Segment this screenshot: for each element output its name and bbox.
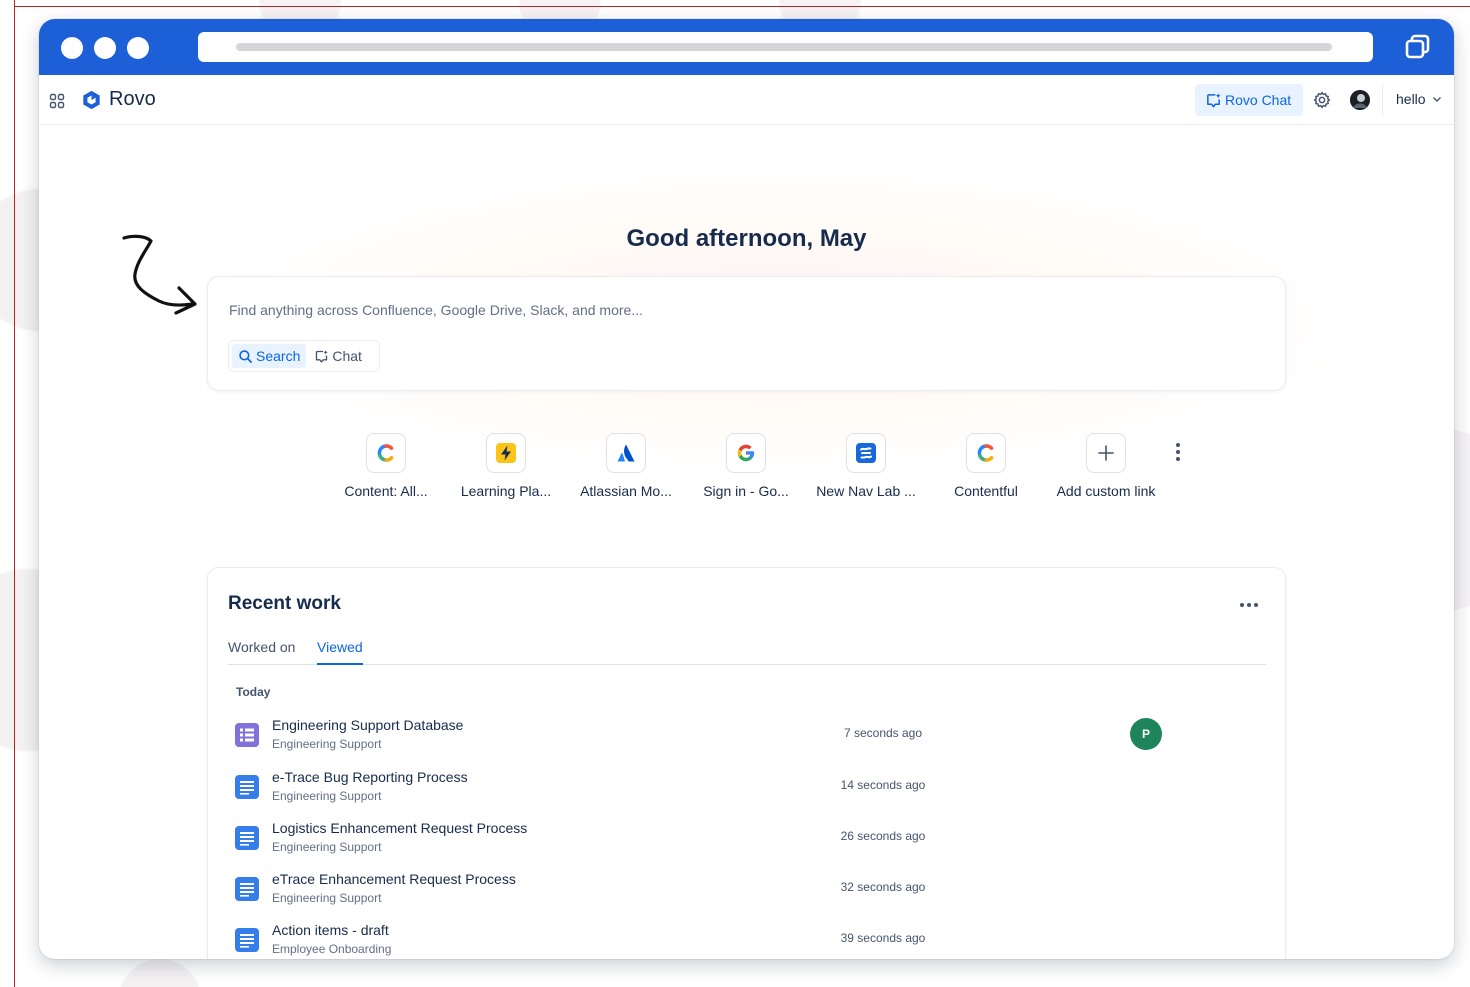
search-input[interactable] xyxy=(229,299,1229,321)
shortcut-tile xyxy=(366,433,406,473)
user-avatar[interactable] xyxy=(1350,90,1370,110)
app-switcher-icon[interactable] xyxy=(49,93,65,109)
row-title: Logistics Enhancement Request Process xyxy=(272,820,528,836)
row-title: eTrace Enhancement Request Process xyxy=(272,871,516,887)
user-menu[interactable]: hello xyxy=(1396,91,1442,107)
search-mode-label: Search xyxy=(256,348,301,364)
shortcut-label: Add custom link xyxy=(1056,483,1156,499)
table-row[interactable]: Logistics Enhancement Request Process En… xyxy=(228,818,1268,864)
lightning-icon xyxy=(496,443,516,463)
shortcut-tile xyxy=(726,433,766,473)
shortcut-link[interactable]: New Nav Lab ... xyxy=(806,433,926,499)
shortcut-label: Atlassian Mo... xyxy=(580,483,672,499)
settings-gear-icon[interactable] xyxy=(1313,91,1331,109)
section-label-today: Today xyxy=(236,685,271,699)
page-icon xyxy=(235,877,259,901)
rovo-logo-icon xyxy=(83,90,100,110)
brand-name[interactable]: Rovo xyxy=(109,88,156,111)
top-bar-divider xyxy=(1382,84,1383,116)
app-top-bar: Rovo Rovo Chat hello xyxy=(39,75,1454,125)
search-icon xyxy=(239,349,252,363)
row-time: 7 seconds ago xyxy=(843,726,923,740)
row-time: 26 seconds ago xyxy=(840,829,926,843)
database-icon xyxy=(235,723,259,747)
row-space: Engineering Support xyxy=(272,789,382,803)
row-title: Action items - draft xyxy=(272,922,389,938)
search-chat-toggle: Search Chat xyxy=(228,340,380,372)
table-row[interactable]: e-Trace Bug Reporting Process Engineerin… xyxy=(228,767,1268,813)
table-row[interactable]: Action items - draft Employee Onboarding… xyxy=(228,920,1268,959)
table-row[interactable]: eTrace Enhancement Request Process Engin… xyxy=(228,869,1268,915)
row-space: Employee Onboarding xyxy=(272,942,392,956)
shortcut-link[interactable]: Content: All... xyxy=(326,433,446,499)
page-icon xyxy=(235,928,259,952)
shortcut-label: Sign in - Go... xyxy=(703,483,789,499)
atlassian-icon xyxy=(617,444,635,462)
plus-icon xyxy=(1098,445,1114,461)
shortcut-tile xyxy=(606,433,646,473)
tab-viewed[interactable]: Viewed xyxy=(317,639,363,665)
shortcut-tile xyxy=(486,433,526,473)
google-icon xyxy=(737,444,755,462)
address-bar[interactable] xyxy=(198,32,1373,62)
row-space: Engineering Support xyxy=(272,737,382,751)
tab-worked-on[interactable]: Worked on xyxy=(228,639,295,665)
chevron-down-icon xyxy=(1432,97,1441,102)
shortcut-label: Contentful xyxy=(954,483,1018,499)
shortcut-links: Content: All... Learning Pla... Atlassia… xyxy=(329,433,1229,523)
table-row[interactable]: Engineering Support Database Engineering… xyxy=(228,715,1268,761)
search-mode-button[interactable]: Search xyxy=(232,344,307,368)
shortcut-link[interactable]: Learning Pla... xyxy=(446,433,566,499)
row-time: 32 seconds ago xyxy=(840,880,926,894)
recent-work-title: Recent work xyxy=(228,593,341,614)
rovo-chat-label: Rovo Chat xyxy=(1225,92,1292,108)
user-menu-label: hello xyxy=(1396,91,1426,107)
frame-border-top xyxy=(14,6,1470,7)
copy-window-icon[interactable] xyxy=(1404,33,1432,61)
shortcut-label: Content: All... xyxy=(344,483,428,499)
rovo-chat-button[interactable]: Rovo Chat xyxy=(1195,84,1303,116)
confluence-icon xyxy=(977,444,994,462)
row-title: e-Trace Bug Reporting Process xyxy=(272,769,468,785)
add-custom-link-button[interactable]: Add custom link xyxy=(1046,433,1166,499)
shortcut-link[interactable]: Contentful xyxy=(926,433,1046,499)
page-icon xyxy=(235,775,259,799)
shortcut-tile xyxy=(1086,433,1126,473)
shortcut-label: Learning Pla... xyxy=(460,483,552,499)
shortcut-tile xyxy=(966,433,1006,473)
more-horizontal-icon[interactable] xyxy=(1238,600,1260,610)
shortcut-link[interactable]: Sign in - Go... xyxy=(686,433,806,499)
row-space: Engineering Support xyxy=(272,891,382,905)
window-minimize-dot[interactable] xyxy=(94,37,116,59)
window-maximize-dot[interactable] xyxy=(127,37,149,59)
shortcut-label: New Nav Lab ... xyxy=(816,483,916,499)
page-icon xyxy=(235,826,259,850)
confluence-icon xyxy=(377,444,394,462)
recent-work-tabs: Worked on Viewed xyxy=(228,639,1266,665)
chat-mode-button[interactable]: Chat xyxy=(308,344,368,368)
recent-work-card: Recent work Worked on Viewed Today Engin… xyxy=(207,567,1286,959)
chat-mode-label: Chat xyxy=(332,348,362,364)
search-card: Search Chat xyxy=(207,276,1286,391)
more-vertical-icon[interactable] xyxy=(1170,441,1186,463)
chat-sparkle-icon xyxy=(1207,92,1221,107)
row-space: Engineering Support xyxy=(272,840,382,854)
browser-window: Rovo Rovo Chat hello Good afternoon, May… xyxy=(39,19,1454,959)
row-title: Engineering Support Database xyxy=(272,717,464,733)
frame-border-left xyxy=(14,0,15,987)
user-avatar-image xyxy=(1350,90,1370,110)
row-avatar[interactable]: P xyxy=(1130,718,1162,750)
greeting-title: Good afternoon, May xyxy=(626,225,867,252)
shortcut-link[interactable]: Atlassian Mo... xyxy=(566,433,686,499)
row-time: 39 seconds ago xyxy=(840,931,926,945)
chat-sparkle-icon xyxy=(316,349,329,363)
nav-lab-icon xyxy=(856,443,876,463)
shortcut-tile xyxy=(846,433,886,473)
row-time: 14 seconds ago xyxy=(840,778,926,792)
address-bar-placeholder xyxy=(236,43,1332,51)
window-close-dot[interactable] xyxy=(61,37,83,59)
browser-titlebar xyxy=(39,19,1454,75)
